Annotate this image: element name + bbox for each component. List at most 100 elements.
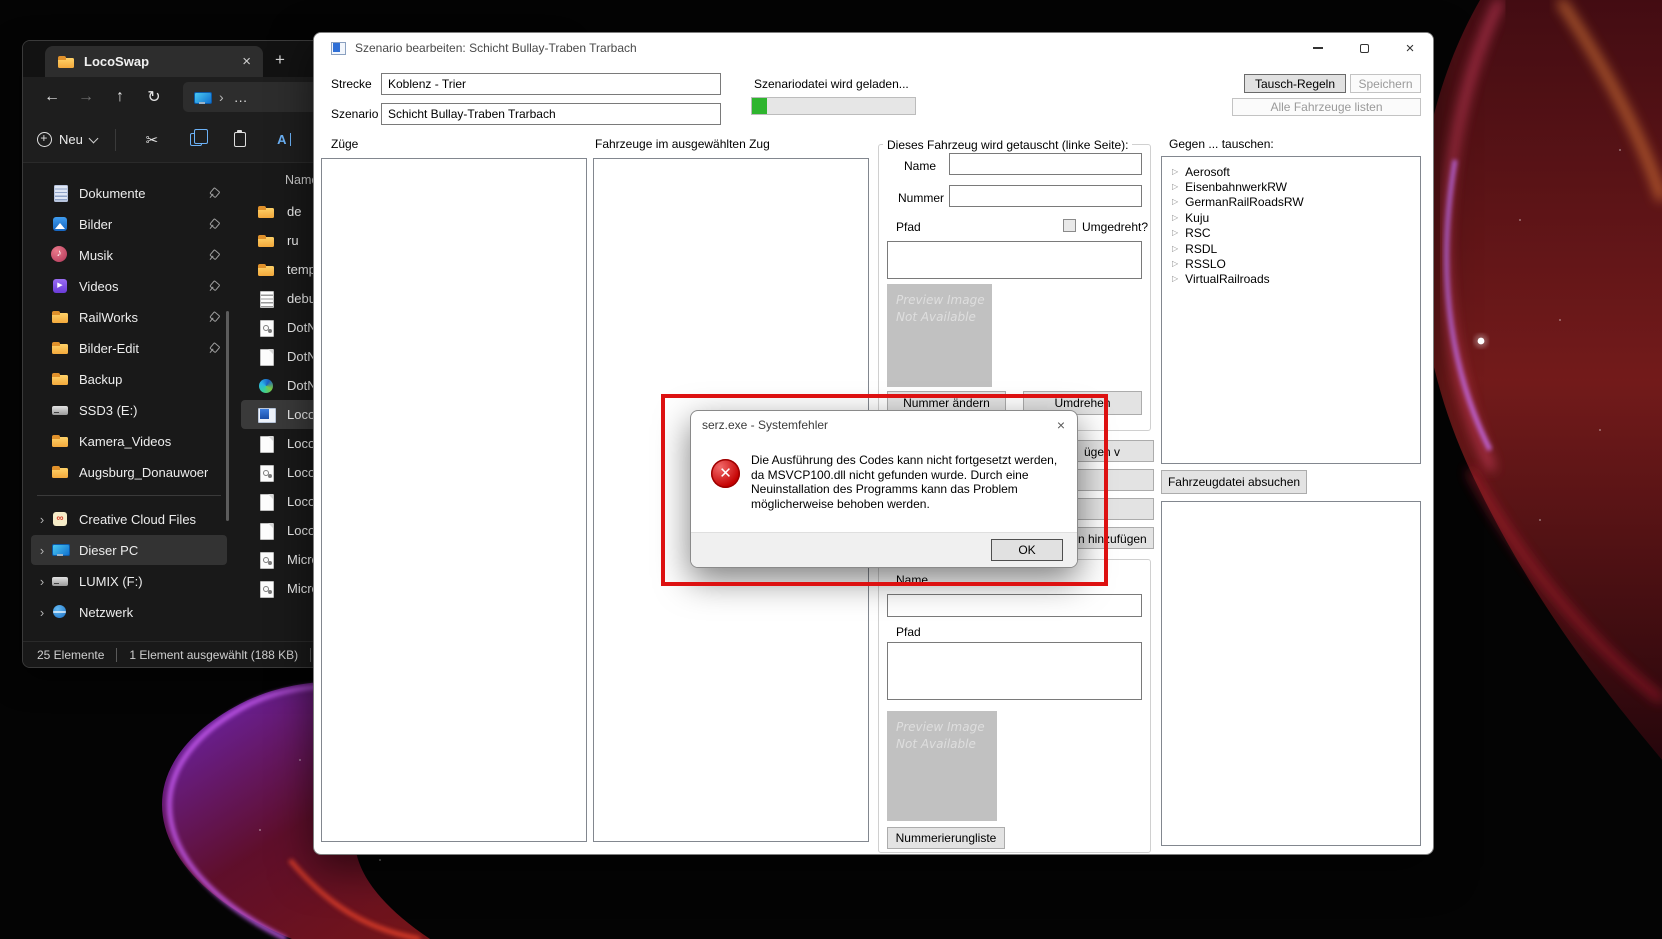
sidebar-item[interactable]: › Bilder — [31, 209, 227, 239]
explorer-tab[interactable]: LocoSwap × — [45, 46, 263, 77]
close-button[interactable]: × — [1387, 33, 1433, 63]
refresh-button[interactable]: ↻ — [137, 87, 171, 107]
expand-triangle-icon[interactable]: ▷ — [1172, 198, 1178, 206]
sidebar-scrollbar[interactable] — [226, 311, 229, 521]
nummer-input[interactable] — [949, 185, 1142, 207]
sidebar-item[interactable]: › Videos — [31, 271, 227, 301]
sidebar-item[interactable]: › Dieser PC — [31, 535, 227, 565]
alle-fahrzeuge-listen-button[interactable]: Alle Fahrzeuge listen — [1232, 98, 1421, 116]
sidebar-item-icon — [51, 370, 69, 388]
pfad2-textarea[interactable] — [887, 642, 1142, 700]
sidebar-item[interactable]: › Creative Cloud Files — [31, 504, 227, 534]
tree-item[interactable]: ▷ VirtualRailroads — [1172, 272, 1304, 287]
sidebar-item[interactable]: › SSD3 (E:) — [31, 395, 227, 425]
tree-item[interactable]: ▷ Aerosoft — [1172, 164, 1304, 179]
desktop: { "explorer": { "tab_title": "LocoSwap",… — [0, 0, 1662, 939]
tree-item[interactable]: ▷ GermanRailRoadsRW — [1172, 195, 1304, 210]
back-button[interactable]: ← — [35, 88, 69, 106]
sidebar-item-icon — [51, 603, 69, 621]
preview-image-placeholder-2: Preview Image Not Available — [887, 711, 997, 821]
chevron-right-icon[interactable]: › — [33, 543, 51, 558]
sidebar-item[interactable]: › RailWorks — [31, 302, 227, 332]
expand-triangle-icon[interactable]: ▷ — [1172, 260, 1178, 268]
sidebar-item[interactable]: › Musik — [31, 240, 227, 270]
nummer-label: Nummer — [898, 191, 945, 205]
umgedreht-checkbox[interactable] — [1063, 219, 1076, 232]
sidebar-item-icon — [51, 184, 69, 202]
dialog-close-icon[interactable]: × — [1057, 418, 1065, 432]
result-listbox[interactable] — [1161, 501, 1421, 846]
file-icon — [257, 290, 275, 308]
tree-item-label: RSSLO — [1185, 257, 1226, 272]
file-name: de — [287, 204, 302, 219]
sidebar-item[interactable]: › Netzwerk — [31, 597, 227, 627]
speichern-button[interactable]: Speichern — [1350, 74, 1421, 93]
up-button[interactable]: ↑ — [103, 88, 137, 106]
preview-text-line1: Preview Image — [896, 720, 985, 734]
status-divider — [116, 647, 118, 662]
status-divider — [310, 647, 312, 662]
fahrzeugdatei-absuchen-button[interactable]: Fahrzeugdatei absuchen — [1161, 470, 1307, 494]
minimize-button[interactable] — [1295, 33, 1341, 63]
sidebar-item[interactable]: › Bilder-Edit — [31, 333, 227, 363]
dialog-titlebar[interactable]: serz.exe - Systemfehler — [691, 411, 1077, 439]
expand-triangle-icon[interactable]: ▷ — [1172, 167, 1178, 176]
name-input[interactable] — [949, 153, 1142, 175]
app-titlebar[interactable]: Szenario bearbeiten: Schicht Bullay-Trab… — [314, 33, 1433, 63]
copy-icon[interactable] — [174, 129, 218, 146]
sidebar-item[interactable]: › Kamera_Videos — [31, 426, 227, 456]
ok-button[interactable]: OK — [991, 539, 1063, 561]
tree-item[interactable]: ▷ RSSLO — [1172, 256, 1304, 271]
sidebar-item-label: RailWorks — [79, 309, 138, 325]
sidebar-item-icon — [51, 339, 69, 357]
rename-icon[interactable]: A — [262, 133, 306, 146]
pin-icon — [206, 278, 221, 293]
new-tab-button[interactable]: + — [275, 51, 285, 68]
expand-triangle-icon[interactable]: ▷ — [1172, 244, 1178, 253]
cut-icon[interactable]: ✂ — [130, 131, 174, 149]
status-selection: 1 Element ausgewählt (188 KB) — [129, 647, 299, 662]
tree-item[interactable]: ▷ Kuju — [1172, 210, 1304, 225]
file-icon — [257, 435, 275, 453]
sidebar-item[interactable]: › LUMIX (F:) — [31, 566, 227, 596]
name2-input[interactable] — [887, 594, 1142, 617]
sidebar-item[interactable]: › Dokumente — [31, 178, 227, 208]
pin-icon — [206, 309, 221, 324]
loading-progress-bar — [751, 97, 916, 115]
paste-icon[interactable] — [218, 130, 262, 147]
button-fragment: n hinzufügen — [1078, 532, 1147, 546]
expand-triangle-icon[interactable]: ▷ — [1172, 229, 1178, 237]
provider-tree: ▷ Aerosoft ▷ EisenbahnwerkRW ▷ GermanRai… — [1162, 157, 1304, 287]
preview-text-line2: Not Available — [896, 310, 976, 324]
chevron-right-icon[interactable]: › — [33, 574, 51, 589]
zuege-listbox[interactable] — [321, 158, 587, 842]
loading-label: Szenariodatei wird geladen... — [754, 77, 909, 91]
progress-fill — [752, 98, 767, 114]
sidebar-item[interactable]: › Backup — [31, 364, 227, 394]
tree-item[interactable]: ▷ EisenbahnwerkRW — [1172, 179, 1304, 194]
expand-triangle-icon[interactable]: ▷ — [1172, 183, 1178, 191]
forward-button[interactable]: → — [69, 88, 103, 106]
strecke-input[interactable] — [381, 73, 721, 95]
this-pc-icon — [193, 89, 212, 105]
strecke-label: Strecke — [331, 77, 372, 91]
tab-close-icon[interactable]: × — [238, 54, 255, 69]
expand-triangle-icon[interactable]: ▷ — [1172, 275, 1178, 283]
tree-item[interactable]: ▷ RSDL — [1172, 241, 1304, 256]
tausch-regeln-button[interactable]: Tausch-Regeln — [1244, 74, 1346, 93]
sidebar-item-label: SSD3 (E:) — [79, 402, 138, 418]
maximize-button[interactable] — [1341, 33, 1387, 63]
tree-item-label: VirtualRailroads — [1185, 272, 1270, 287]
nummerierungliste-button[interactable]: Nummerierungliste — [887, 827, 1005, 849]
pfad-textarea[interactable] — [887, 241, 1142, 279]
expand-triangle-icon[interactable]: ▷ — [1172, 213, 1178, 222]
breadcrumb-overflow-icon[interactable]: … — [234, 89, 249, 105]
szenario-input[interactable] — [381, 103, 721, 125]
chevron-right-icon[interactable]: › — [33, 605, 51, 620]
chevron-right-icon[interactable]: › — [33, 512, 51, 527]
fahrzeug-getauscht-group-title: Dieses Fahrzeug wird getauscht (linke Se… — [883, 138, 1133, 152]
sidebar-item[interactable]: › Augsburg_Donauwoerth — [31, 457, 227, 487]
new-button[interactable]: Neu — [37, 131, 99, 147]
tree-item[interactable]: ▷ RSC — [1172, 226, 1304, 241]
pin-icon — [206, 340, 221, 355]
